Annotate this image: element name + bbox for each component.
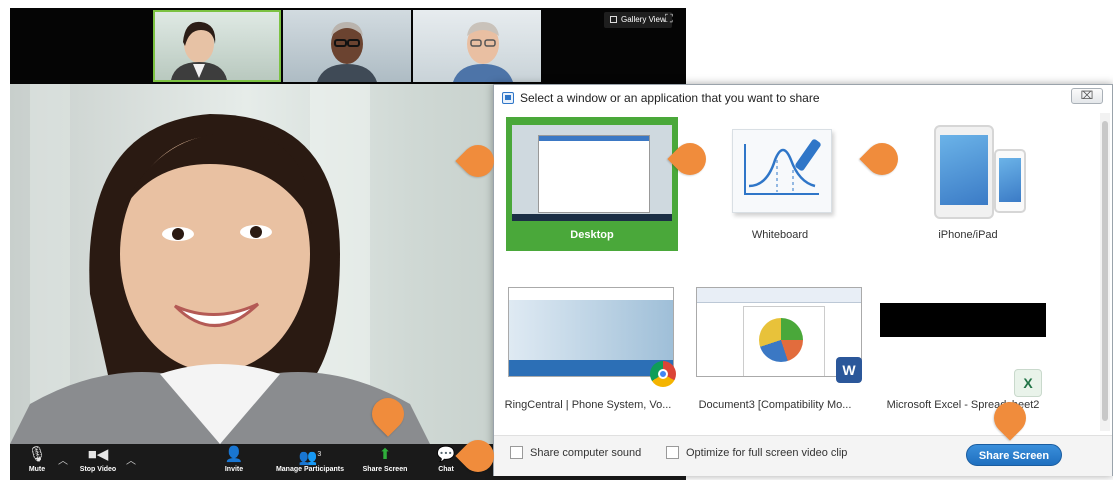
participant-avatar-man-2 <box>453 22 513 82</box>
video-camera-icon: ■◀ <box>87 446 109 463</box>
share-option-label: RingCentral | Phone System, Vo... <box>504 399 672 411</box>
desktop-window-preview <box>538 135 650 213</box>
participant-thumbnail[interactable] <box>283 10 411 82</box>
taskbar-preview <box>512 214 672 221</box>
participant-thumbnail-active[interactable] <box>153 10 281 82</box>
options-scrollbar[interactable] <box>1100 113 1110 431</box>
checkbox-icon <box>510 446 523 459</box>
share-option-window-word[interactable]: W Document3 [Compatibility Mo... <box>686 277 864 411</box>
gallery-view-label: Gallery View <box>621 15 666 24</box>
share-option-label: Microsoft Excel - Spreadsheet2 <box>886 399 1040 411</box>
share-options-grid: Desktop Whiteboard iPhone/iPad RingCentr… <box>498 111 1098 433</box>
stop-video-label: Stop Video <box>79 466 117 473</box>
whiteboard-icon <box>732 129 832 213</box>
manage-participants-button[interactable]: 👥3 Manage Participants <box>270 446 350 473</box>
mute-label: Mute <box>28 466 46 473</box>
dialog-footer: Share computer sound Optimize for full s… <box>494 435 1112 476</box>
audio-options-chevron-icon[interactable]: ︿ <box>58 452 68 467</box>
share-screen-label: Share Screen <box>362 466 408 473</box>
share-option-window-excel[interactable]: X Microsoft Excel - Spreadsheet2 <box>874 277 1052 411</box>
word-icon: W <box>836 357 862 383</box>
manage-participants-label: Manage Participants <box>275 466 345 473</box>
participant-avatar-man <box>317 22 377 82</box>
add-person-icon: 👤 <box>224 446 244 463</box>
gallery-strip: Gallery View ⛶ <box>10 8 686 84</box>
share-screen-toolbar-button[interactable]: ⬆ Share Screen <box>360 446 410 473</box>
dialog-title: Select a window or an application that y… <box>520 91 820 105</box>
grid-icon <box>610 16 617 23</box>
dialog-title-bar: Select a window or an application that y… <box>494 85 1112 111</box>
participant-count: 3 <box>317 451 322 458</box>
video-options-chevron-icon[interactable]: ︿ <box>126 452 136 467</box>
window-thumbnail-redacted <box>880 303 1046 337</box>
share-option-desktop[interactable]: Desktop <box>506 117 678 251</box>
optimize-video-label: Optimize for full screen video clip <box>686 447 848 459</box>
invite-button[interactable]: 👤 Invite <box>220 446 248 473</box>
share-option-iphone-ipad[interactable]: iPhone/iPad <box>882 117 1054 251</box>
window-thumbnail <box>508 287 674 377</box>
checkbox-icon <box>666 446 679 459</box>
zoom-app-icon <box>502 92 514 104</box>
optimize-video-checkbox[interactable]: Optimize for full screen video clip <box>666 446 847 459</box>
share-option-label: Desktop <box>570 229 614 241</box>
chat-button[interactable]: 💬 Chat <box>434 446 458 473</box>
invite-label: Invite <box>224 466 244 473</box>
participant-thumbnail[interactable] <box>413 10 541 82</box>
participant-avatar-woman <box>171 21 227 80</box>
share-screen-icon: ⬆ <box>378 446 392 463</box>
microphone-icon: 🎙 <box>27 446 47 463</box>
mute-button[interactable]: 🎙 Mute <box>24 446 50 473</box>
iphone-icon <box>994 149 1026 213</box>
stop-video-button[interactable]: ■◀ Stop Video <box>74 446 122 473</box>
close-button[interactable]: ⌧ <box>1071 88 1103 104</box>
chrome-icon <box>650 361 676 387</box>
gallery-view-button[interactable]: Gallery View <box>604 12 672 28</box>
ipad-icon <box>934 125 994 219</box>
participants-icon: 👥3 <box>298 449 322 466</box>
desktop-thumbnail <box>512 125 672 221</box>
share-option-label: iPhone/iPad <box>938 229 998 241</box>
share-option-label: Document3 [Compatibility Mo... <box>698 399 852 411</box>
fullscreen-icon[interactable]: ⛶ <box>665 13 673 26</box>
share-computer-sound-checkbox[interactable]: Share computer sound <box>510 446 641 459</box>
excel-icon: X <box>1014 369 1042 397</box>
chat-label: Chat <box>438 466 454 473</box>
share-option-whiteboard[interactable]: Whiteboard <box>694 117 866 251</box>
share-computer-sound-label: Share computer sound <box>530 447 642 459</box>
share-option-window-ringcentral[interactable]: RingCentral | Phone System, Vo... <box>500 277 676 411</box>
share-screen-button[interactable]: Share Screen <box>966 444 1062 466</box>
share-option-label: Whiteboard <box>751 229 809 241</box>
